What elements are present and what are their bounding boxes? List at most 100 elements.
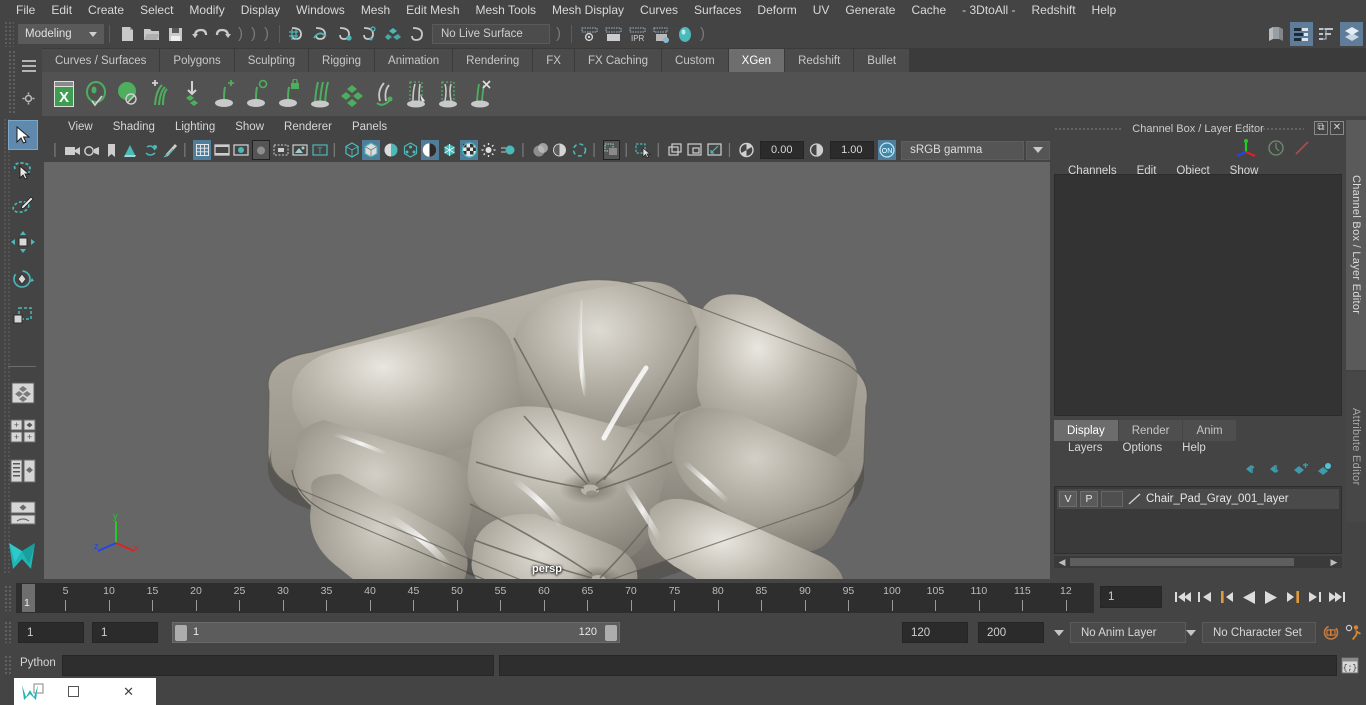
menu-item-deform[interactable]: Deform — [749, 0, 804, 20]
grease-pencil-icon[interactable] — [161, 140, 179, 160]
motion-blur-icon[interactable] — [499, 140, 517, 160]
xgen-groom-icon[interactable] — [368, 74, 400, 114]
color-management-field[interactable]: sRGB gamma — [901, 140, 1024, 160]
ipr-stop-icon[interactable]: IPR — [626, 23, 648, 45]
shelf-tab-fx[interactable]: FX — [533, 49, 575, 72]
playback-start-time-field[interactable]: 1 — [92, 622, 158, 643]
resolution-gate-icon[interactable] — [232, 140, 250, 160]
film-origin-icon[interactable] — [272, 140, 290, 160]
menu-item-mesh-tools[interactable]: Mesh Tools — [468, 0, 544, 20]
step-back-frame-icon[interactable] — [1216, 586, 1238, 608]
menu-item-cache[interactable]: Cache — [903, 0, 954, 20]
xgen-select-guide-icon[interactable] — [240, 74, 272, 114]
xgen-add-guide-icon[interactable] — [208, 74, 240, 114]
snap-to-projected-center-icon[interactable] — [358, 23, 380, 45]
xgen-clump-icon[interactable] — [432, 74, 464, 114]
smooth-shade-all-icon[interactable] — [362, 140, 380, 160]
node-editor-panel-icon[interactable] — [1290, 22, 1313, 46]
bookmark-icon[interactable] — [103, 140, 121, 160]
viewport-menu-show[interactable]: Show — [225, 121, 274, 133]
menu-item-edit[interactable]: Edit — [43, 0, 80, 20]
menu-item-modify[interactable]: Modify — [181, 0, 232, 20]
color-management-toggle-icon[interactable]: ON — [878, 140, 897, 160]
shelf-tab-curves-surfaces[interactable]: Curves / Surfaces — [42, 49, 161, 72]
undo-icon[interactable] — [188, 23, 210, 45]
xgen-grid-icon[interactable] — [336, 74, 368, 114]
depth-of-field-icon[interactable] — [480, 140, 498, 160]
layer-menu-layers[interactable]: Layers — [1058, 442, 1113, 454]
wireframe-icon[interactable] — [343, 140, 361, 160]
step-forward-keyframe-icon[interactable] — [1304, 586, 1326, 608]
status-line-grip[interactable] — [4, 21, 14, 47]
viewport-menu-lighting[interactable]: Lighting — [165, 121, 225, 133]
xgen-sphere-icon[interactable] — [112, 74, 144, 114]
outliner-panel-icon[interactable] — [1265, 22, 1288, 46]
layer-editor-tab-display[interactable]: Display — [1054, 420, 1118, 441]
menu-item-redshift[interactable]: Redshift — [1024, 0, 1084, 20]
outliner-persp-layout-icon[interactable] — [8, 456, 38, 486]
shelf-tab-bullet[interactable]: Bullet — [854, 49, 911, 72]
menu-item-mesh-display[interactable]: Mesh Display — [544, 0, 632, 20]
layer-list-scrollbar[interactable]: ◀ ▶ — [1054, 556, 1342, 568]
move-layer-up-icon[interactable] — [1240, 460, 1264, 478]
scroll-right-icon[interactable]: ▶ — [1328, 557, 1340, 567]
shelf-tab-rigging[interactable]: Rigging — [309, 49, 376, 72]
panel-grip-left[interactable] — [1054, 127, 1122, 131]
command-language-label[interactable]: Python — [20, 657, 56, 669]
layer-editor-tab-anim[interactable]: Anim — [1183, 420, 1236, 441]
command-line-grip[interactable] — [4, 655, 12, 675]
undock-panel-icon[interactable]: ⧉ — [1314, 121, 1328, 135]
menu-item-curves[interactable]: Curves — [632, 0, 686, 20]
command-output-field[interactable] — [499, 655, 1337, 676]
two-d-pan-zoom-icon[interactable] — [142, 140, 160, 160]
current-time-indicator[interactable]: 1 — [22, 584, 35, 612]
menu-item-display[interactable]: Display — [233, 0, 288, 20]
shelf-tab-fx-caching[interactable]: FX Caching — [574, 49, 663, 72]
go-to-start-icon[interactable] — [1172, 586, 1194, 608]
shelf-tab-rendering[interactable]: Rendering — [453, 49, 534, 72]
lasso-select-tool-icon[interactable] — [8, 155, 38, 185]
attribute-editor-panel-icon[interactable] — [1340, 22, 1363, 46]
attribute-spread-sheet-icon[interactable] — [1315, 22, 1338, 46]
ipr-render-icon[interactable] — [602, 23, 624, 45]
menu-item-file[interactable]: File — [8, 0, 43, 20]
live-surface-field[interactable]: No Live Surface — [432, 24, 550, 44]
range-start-grip[interactable] — [175, 625, 187, 641]
shelf-tab-redshift[interactable]: Redshift — [785, 49, 855, 72]
scale-tool-icon[interactable] — [8, 301, 38, 331]
animation-end-time-field[interactable]: 200 — [978, 622, 1044, 643]
playback-end-time-field[interactable]: 120 — [902, 622, 968, 643]
shelf-tab-polygons[interactable]: Polygons — [160, 49, 235, 72]
four-pane-layout-icon[interactable]: + + + — [8, 416, 38, 446]
hypershade-icon[interactable] — [674, 23, 696, 45]
layer-color-swatch-icon[interactable] — [1126, 491, 1144, 507]
select-camera-icon[interactable] — [63, 140, 81, 160]
isolate-select-icon[interactable] — [602, 140, 621, 160]
menu-set-selector[interactable]: Modeling — [18, 24, 104, 44]
menu-item-uv[interactable]: UV — [805, 0, 838, 20]
camera-attributes-icon[interactable] — [83, 140, 101, 160]
taskbar-window[interactable]: ✕ — [14, 678, 156, 705]
layer-playback-toggle[interactable]: P — [1080, 491, 1098, 507]
panel-grip-right[interactable] — [1242, 127, 1304, 131]
range-slider-bar[interactable]: 1 120 — [172, 622, 620, 643]
grid-toggle-icon[interactable] — [193, 140, 211, 160]
animation-preferences-icon[interactable] — [1342, 622, 1364, 643]
screen-space-ao-icon[interactable] — [441, 140, 459, 160]
vtab-attribute-editor[interactable]: Attribute Editor — [1346, 372, 1366, 522]
menu-item-surfaces[interactable]: Surfaces — [686, 0, 749, 20]
render-current-frame-icon[interactable] — [578, 23, 600, 45]
shelf-tab-xgen[interactable]: XGen — [728, 49, 786, 72]
step-back-keyframe-icon[interactable] — [1194, 586, 1216, 608]
current-frame-field[interactable]: 1 — [1100, 586, 1162, 608]
xgen-add-description-icon[interactable] — [144, 74, 176, 114]
viewport-menu-shading[interactable]: Shading — [103, 121, 165, 133]
layer-name[interactable]: Chair_Pad_Gray_001_layer — [1146, 493, 1289, 505]
range-end-grip[interactable] — [605, 625, 617, 641]
menu-item-select[interactable]: Select — [132, 0, 181, 20]
channel-box-content[interactable] — [1054, 174, 1342, 416]
open-scene-icon[interactable] — [140, 23, 162, 45]
hypershade-persp-layout-icon[interactable] — [8, 498, 38, 528]
xgen-comb-icon[interactable] — [304, 74, 336, 114]
exposure-value-field[interactable]: 0.00 — [759, 141, 805, 159]
